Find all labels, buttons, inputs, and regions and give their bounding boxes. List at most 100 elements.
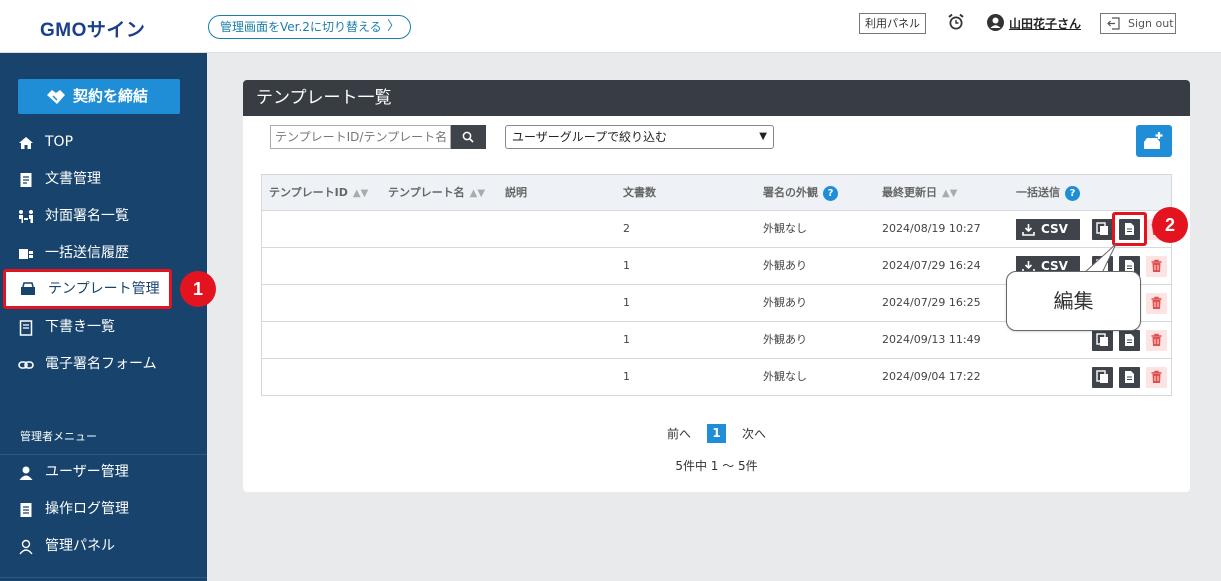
page-title: テンプレート一覧 [243,80,1190,116]
sign-out-button[interactable]: Sign out [1100,13,1176,34]
document-icon [20,173,32,187]
sidebar-item-label: 電子署名フォーム [45,356,157,372]
user-name-link[interactable]: 山田花子さん [1009,15,1081,32]
link-icon [18,361,34,369]
table-header: テンプレートID ▲▼ テンプレート名 ▲▼ 説明 文書数 署名の外観? 最終更新日… [262,175,1171,211]
add-template-icon [1144,132,1163,149]
column-header-label: 一括送信 [1016,186,1060,199]
column-header-bulk-send: 一括送信? [1016,175,1080,211]
cell-updated: 2024/09/13 11:49 [882,333,981,346]
copy-icon [1096,333,1108,346]
template-icon [21,282,35,295]
trash-icon [1151,296,1162,309]
search-icon [462,131,474,143]
divider [0,577,207,578]
sidebar-item-label: 下書き一覧 [45,319,115,335]
sidebar-item-templates[interactable]: テンプレート管理 [3,269,172,309]
log-icon [20,503,32,517]
pagination-current-page[interactable]: 1 [707,424,726,443]
chevron-down-icon: ▼ [759,131,767,142]
sidebar-item-admin-panel[interactable]: 管理パネル [0,528,207,565]
trash-icon [1151,333,1162,346]
copy-icon [1096,222,1108,235]
add-template-button[interactable] [1136,125,1172,157]
copy-template-button[interactable] [1092,219,1113,240]
column-header-template-id[interactable]: テンプレートID ▲▼ [269,175,368,211]
sidebar-item-bulk-history[interactable]: 一括送信履歴 [0,235,207,272]
edit-template-button[interactable] [1119,367,1140,388]
edit-document-icon [1125,334,1134,346]
sidebar-item-label: 文書管理 [45,171,101,187]
delete-template-button[interactable] [1146,293,1167,314]
sidebar-item-face-to-face[interactable]: 対面署名一覧 [0,198,207,235]
sort-icon: ▲▼ [352,188,369,199]
admin-menu-label: 管理者メニュー [20,430,97,443]
column-header-template-name[interactable]: テンプレート名 ▲▼ [388,175,485,211]
sidebar-item-label: 対面署名一覧 [45,208,129,224]
delete-template-button[interactable] [1146,330,1167,351]
column-header-appearance: 署名の外観? [763,175,838,211]
sidebar-item-label: 管理パネル [45,538,115,554]
sidebar-item-users[interactable]: ユーザー管理 [0,454,207,491]
csv-label: CSV [1041,222,1068,236]
user-group-filter-select[interactable]: ユーザーグループで絞り込む ▼ [505,125,774,149]
sign-out-icon [1107,17,1120,30]
column-header-label: 最終更新日 [882,186,937,199]
column-header-label: テンプレート名 [388,186,465,199]
cell-appearance: 外観なし [763,222,807,235]
edit-button-highlight [1112,212,1147,246]
column-header-doc-count: 文書数 [623,186,656,199]
annotation-badge-2: 2 [1152,207,1188,243]
usage-panel-button[interactable]: 利用パネル [859,13,926,34]
help-icon[interactable]: ? [1065,185,1080,201]
pagination-next[interactable]: 次へ [742,425,766,442]
cell-updated: 2024/08/19 10:27 [882,222,981,235]
chevron-right-icon: 〉 [386,19,400,34]
help-icon[interactable]: ? [823,185,838,201]
trash-icon [1151,259,1162,272]
column-header-label: テンプレートID [269,186,348,199]
column-header-updated[interactable]: 最終更新日 ▲▼ [882,175,957,211]
sidebar: 契約を締結 TOP 文書管理 対面署名一覧 一括送信履歴 テンプレート管理 下書… [0,53,207,581]
cell-appearance: 外観あり [763,333,807,346]
sidebar-item-top[interactable]: TOP [0,124,207,161]
cell-updated: 2024/07/29 16:24 [882,259,981,272]
edit-document-icon [1125,371,1134,383]
cell-appearance: 外観なし [763,370,807,383]
alarm-clock-icon[interactable] [946,12,966,32]
copy-icon [1096,370,1108,383]
sidebar-item-operation-log[interactable]: 操作ログ管理 [0,491,207,528]
sidebar-item-e-sign-form[interactable]: 電子署名フォーム [0,346,207,383]
copy-template-button[interactable] [1092,330,1113,351]
gmo-sign-logo[interactable]: GMOサイン [40,15,145,42]
switch-version-button[interactable]: 管理画面をVer.2に切り替える 〉 [208,15,411,39]
draft-icon [19,320,33,336]
sidebar-item-label: 操作ログ管理 [45,501,129,517]
delete-template-button[interactable] [1146,256,1167,277]
csv-download-button[interactable]: CSV [1016,219,1080,240]
edit-template-button[interactable] [1119,330,1140,351]
copy-template-button[interactable] [1092,367,1113,388]
cell-appearance: 外観あり [763,259,807,272]
user-icon [19,466,33,480]
sign-out-label: Sign out [1128,17,1174,30]
cell-doc-count: 1 [623,370,630,383]
cell-doc-count: 1 [623,296,630,309]
delete-template-button[interactable] [1146,367,1167,388]
sidebar-item-label: テンプレート管理 [48,281,160,297]
pagination-prev[interactable]: 前へ [667,425,691,442]
cell-updated: 2024/09/04 17:22 [882,370,981,383]
contract-button[interactable]: 契約を締結 [18,79,180,114]
table-row: 1 外観なし 2024/09/04 17:22 [262,359,1171,396]
search-input[interactable] [270,125,451,149]
user-avatar-icon [987,14,1004,31]
sidebar-item-label: TOP [45,134,74,150]
annotation-badge-1: 1 [180,271,216,307]
cell-doc-count: 1 [623,333,630,346]
trash-icon [1151,370,1162,383]
cell-updated: 2024/07/29 16:25 [882,296,981,309]
search-button[interactable] [451,125,486,149]
tooltip-pointer [1082,243,1117,274]
sidebar-item-drafts[interactable]: 下書き一覧 [0,309,207,346]
sidebar-item-documents[interactable]: 文書管理 [0,161,207,198]
